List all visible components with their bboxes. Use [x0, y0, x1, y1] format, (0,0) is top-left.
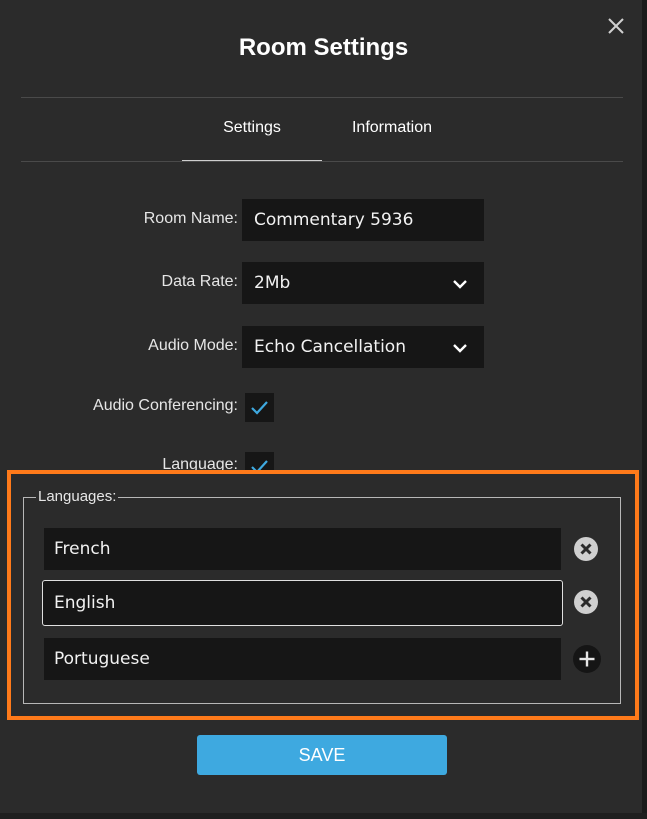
chevron-down-icon	[453, 344, 467, 353]
data-rate-value: 2Mb	[254, 273, 291, 293]
window-edge	[642, 0, 647, 819]
divider-tabs	[21, 161, 623, 162]
remove-language-button[interactable]	[573, 589, 599, 615]
window-edge-bottom	[0, 813, 647, 819]
language-input-french[interactable]: French	[44, 528, 561, 570]
checkmark-icon	[251, 401, 268, 415]
remove-icon	[574, 537, 598, 561]
chevron-down-icon	[453, 280, 467, 289]
room-name-input[interactable]: Commentary 5936	[242, 199, 484, 241]
audio-mode-value: Echo Cancellation	[254, 337, 406, 357]
data-rate-label: Data Rate:	[161, 273, 238, 290]
room-name-label: Room Name:	[143, 210, 238, 227]
add-icon	[573, 645, 601, 673]
divider-top	[21, 97, 623, 98]
tab-settings[interactable]: Settings	[182, 104, 322, 162]
audio-conferencing-label: Audio Conferencing:	[93, 397, 238, 414]
language-input-portuguese[interactable]: Portuguese	[44, 638, 561, 680]
save-button[interactable]: SAVE	[197, 735, 447, 775]
languages-legend: Languages:	[36, 488, 119, 505]
data-rate-select[interactable]: 2Mb	[242, 262, 484, 304]
language-input-english[interactable]: English	[42, 580, 563, 626]
audio-mode-label: Audio Mode:	[148, 337, 238, 354]
add-language-button[interactable]	[573, 645, 601, 673]
audio-conferencing-checkbox[interactable]	[245, 393, 274, 422]
remove-language-button[interactable]	[573, 536, 599, 562]
dialog-title: Room Settings	[238, 34, 409, 61]
remove-icon	[574, 590, 598, 614]
tab-information[interactable]: Information	[322, 104, 462, 162]
audio-mode-select[interactable]: Echo Cancellation	[242, 326, 484, 368]
